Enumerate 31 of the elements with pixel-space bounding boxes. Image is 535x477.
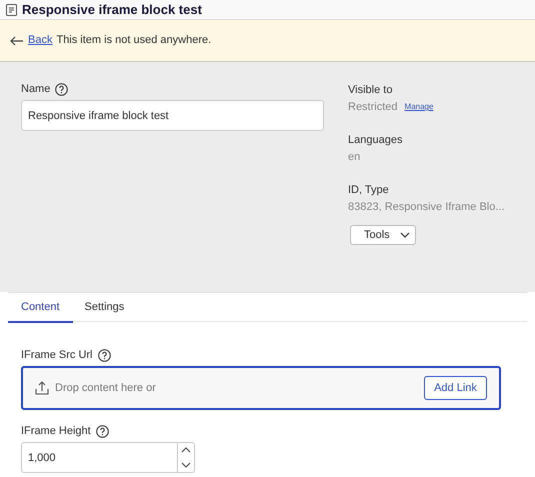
field-label: Name [21, 82, 50, 97]
tab[interactable]: Content [8, 293, 73, 323]
field-label: IFrame Height [21, 424, 91, 439]
help-icon[interactable] [98, 348, 110, 362]
chevron-down-icon [400, 232, 410, 238]
info-label: Visible to [348, 83, 394, 96]
drop-placeholder: Drop content here or [55, 380, 157, 396]
info-value: Restricted [348, 100, 398, 115]
tools-button[interactable]: Tools [350, 225, 416, 245]
info-value: 83823, Responsive Iframe Blo... [348, 200, 505, 215]
info-value: en [348, 150, 360, 165]
chevron-down-icon[interactable] [181, 462, 191, 468]
drop-zone[interactable]: Drop content here or Add Link [21, 366, 501, 410]
help-icon[interactable] [96, 424, 109, 438]
page-title: Responsive iframe block test [22, 0, 202, 19]
info-label: Languages [348, 133, 404, 146]
document-icon [6, 4, 17, 16]
info-label: ID, Type [348, 183, 390, 196]
number-input[interactable]: 1,000 [21, 442, 178, 473]
arrow-left-icon[interactable] [10, 36, 24, 46]
name-input[interactable]: Responsive iframe block test [21, 100, 324, 131]
help-icon[interactable] [55, 82, 68, 96]
tab[interactable]: Settings [72, 293, 136, 323]
upload-icon [35, 381, 49, 395]
banner-message: This item is not used anywhere. [56, 33, 212, 48]
field-label: IFrame Src Url [21, 348, 92, 363]
spinner[interactable] [178, 442, 195, 473]
add-link-button[interactable]: Add Link [424, 376, 487, 400]
chevron-up-icon[interactable] [181, 447, 191, 454]
back-link[interactable]: Back [28, 32, 52, 49]
manage-link[interactable]: Manage [404, 101, 434, 113]
